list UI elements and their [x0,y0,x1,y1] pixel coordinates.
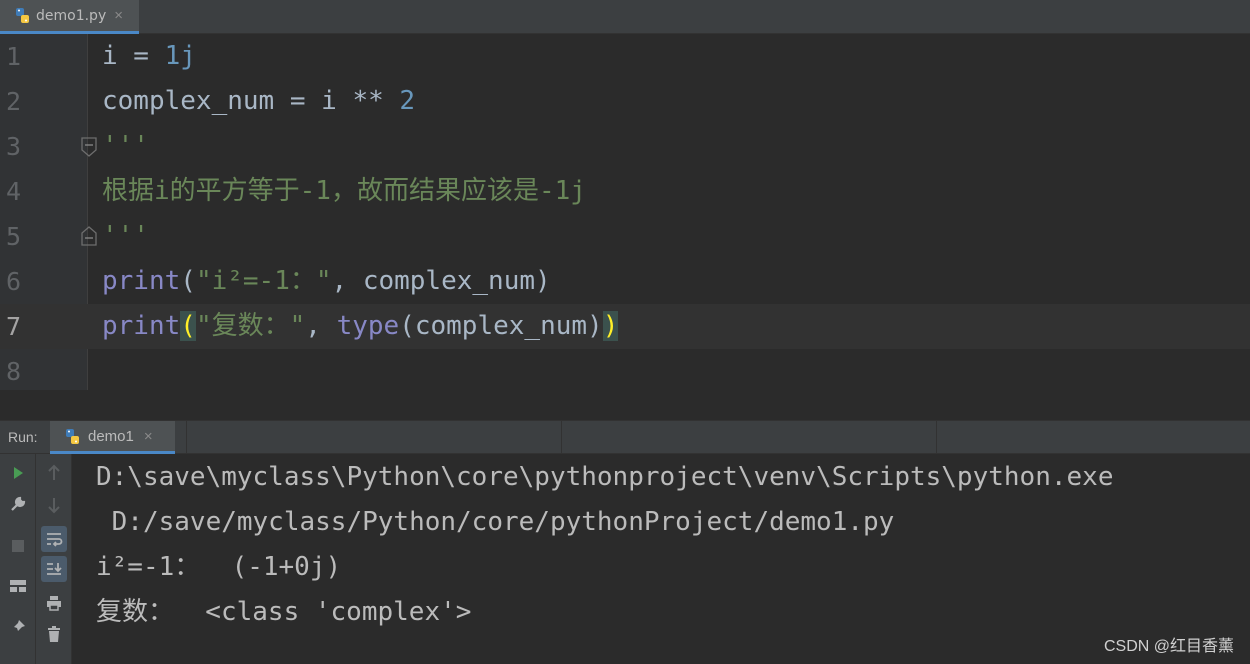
python-run-icon [64,428,81,445]
line-number: 5 [6,222,22,251]
line-number: 6 [6,267,22,296]
code-line[interactable]: complex_num = i ** 2 [102,79,415,124]
code-token: "i²=-1：" [195,266,332,296]
line-number: 2 [6,87,22,116]
code-token: ''' [102,131,149,161]
down-arrow-icon[interactable] [41,492,67,518]
run-tab-demo1[interactable]: demo1 × [50,421,175,454]
code-token: (complex_num) [399,311,603,341]
up-arrow-icon[interactable] [41,460,67,486]
run-label: Run: [8,429,38,445]
code-token: ) [602,311,619,341]
console-line: D:\save\myclass\Python\core\pythonprojec… [96,462,1114,492]
watermark: CSDN @红目香薰 [1103,638,1234,655]
editor-tab-bar: demo1.py × [0,0,1250,34]
line-number: 7 [6,312,22,341]
code-token: i = [102,41,165,71]
code-token: , [305,311,337,341]
run-tab-label: demo1 [88,427,134,445]
line-number: 8 [6,357,22,386]
fold-start-icon[interactable] [80,136,98,158]
code-token: ''' [102,221,149,251]
line-number: 4 [6,177,22,206]
python-file-icon [14,7,31,24]
code-token: 根据i的平方等于-1，故而结果应该是-1j [102,176,586,206]
tab-label: demo1.py [36,7,107,24]
soft-wrap-icon[interactable] [41,526,67,552]
console-line: 复数： <class 'complex'> [96,597,472,627]
run-console-output[interactable]: D:\save\myclass\Python\core\pythonprojec… [72,454,1250,664]
code-line[interactable]: i = 1j [102,34,196,79]
tab-demo1-py[interactable]: demo1.py × [0,0,139,34]
console-line: i²=-1： (-1+0j) [96,552,342,582]
wrench-icon[interactable] [5,491,31,517]
code-token: type [336,311,400,341]
run-tab-close-icon[interactable]: × [144,428,153,445]
code-token: "复数：" [195,311,306,341]
code-token: ( [180,311,196,341]
tab-close-icon[interactable]: × [114,8,123,23]
code-token: complex_num = i ** [102,86,400,116]
run-toolwindow-header: Run: demo1 × [0,420,1250,454]
console-line: D:/save/myclass/Python/core/pythonProjec… [96,507,895,537]
stop-icon[interactable] [5,533,31,559]
code-line[interactable]: ''' [102,214,149,259]
code-editor[interactable]: 12345678 i = 1j complex_num = i ** 2 ''' 根据… [0,34,1250,390]
code-token: 1j [164,41,196,71]
code-token: , complex_num) [331,266,551,296]
editor-spacer [0,390,1250,420]
code-line[interactable]: print("复数：", type(complex_num)) [102,304,619,349]
code-token: ( [180,266,196,296]
fold-end-icon[interactable] [80,225,98,247]
trash-icon[interactable] [41,621,67,647]
pin-icon[interactable] [5,614,31,640]
code-line[interactable]: ''' [102,124,149,169]
line-number: 1 [6,42,22,71]
run-icon[interactable] [5,460,31,486]
code-line[interactable]: 根据i的平方等于-1，故而结果应该是-1j [102,169,586,214]
print-icon[interactable] [41,590,67,616]
code-line[interactable]: print("i²=-1：", complex_num) [102,259,551,304]
code-token: print [102,311,181,341]
line-number: 3 [6,132,22,161]
scroll-to-end-icon[interactable] [41,556,67,582]
code-token: 2 [399,86,416,116]
console-actions-toolbar [36,454,72,664]
code-token: print [102,266,181,296]
run-actions-toolbar [0,454,36,664]
layout-icon[interactable] [5,573,31,599]
